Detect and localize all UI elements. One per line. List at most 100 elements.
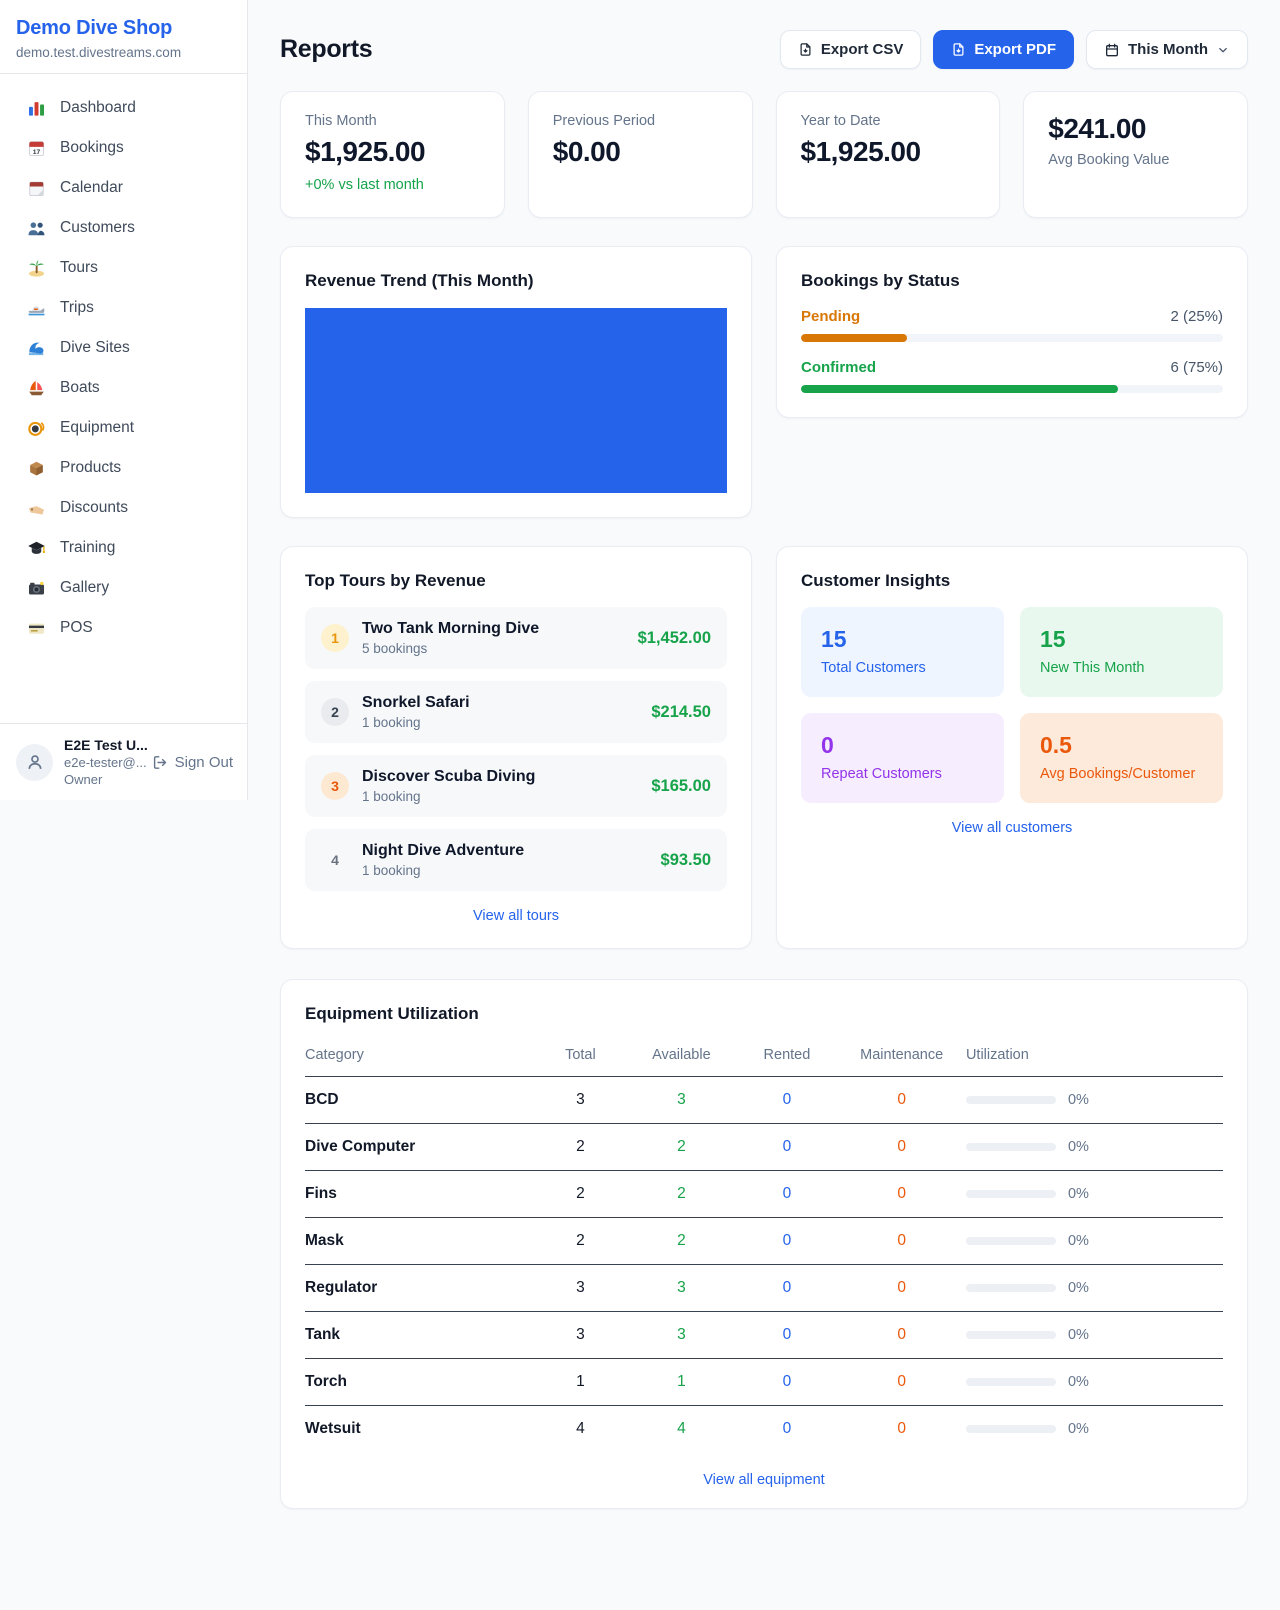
stat-value: $1,925.00 <box>305 136 480 168</box>
stat-card-previous-period: Previous Period $0.00 <box>528 91 753 218</box>
sidebar-item-calendar[interactable]: Calendar <box>0 168 247 208</box>
shop-domain: demo.test.divestreams.com <box>16 45 231 60</box>
stat-label: This Month <box>305 113 480 129</box>
stat-value: $241.00 <box>1048 113 1223 145</box>
island-icon <box>27 259 46 278</box>
period-dropdown[interactable]: This Month <box>1086 30 1248 69</box>
sign-out-button[interactable]: Sign Out <box>152 754 233 771</box>
rank-badge: 1 <box>321 624 349 652</box>
table-row: Fins 2 2 0 0 0% <box>305 1171 1223 1218</box>
shop-name: Demo Dive Shop <box>16 17 231 40</box>
insights-row: Top Tours by Revenue 1 Two Tank Morning … <box>280 546 1248 949</box>
view-all-customers-link[interactable]: View all customers <box>801 820 1223 836</box>
status-label: Pending <box>801 308 860 325</box>
sidebar-item-label: Bookings <box>60 139 124 157</box>
view-all-equipment-link[interactable]: View all equipment <box>305 1472 1223 1488</box>
avatar <box>16 744 53 781</box>
export-csv-label: Export CSV <box>821 41 904 58</box>
chevron-down-icon <box>1216 43 1230 57</box>
cell-total: 4 <box>535 1406 627 1453</box>
table-row: Mask 2 2 0 0 0% <box>305 1218 1223 1265</box>
sidebar-item-tours[interactable]: Tours <box>0 248 247 288</box>
utilization-track <box>966 1378 1056 1386</box>
utilization-track <box>966 1096 1056 1104</box>
calendar-pad-icon <box>27 179 46 198</box>
tour-revenue: $214.50 <box>651 703 711 722</box>
sidebar-item-discounts[interactable]: Discounts <box>0 488 247 528</box>
utilization-percent: 0% <box>1068 1374 1089 1390</box>
header-actions: Export CSV Export PDF This Month <box>780 30 1248 69</box>
sidebar-item-equipment[interactable]: Equipment <box>0 408 247 448</box>
insight-value: 15 <box>821 626 984 653</box>
view-all-tours-link[interactable]: View all tours <box>305 908 727 924</box>
stat-label: Avg Booking Value <box>1048 152 1223 168</box>
cell-category: Dive Computer <box>305 1124 535 1171</box>
cell-category: Wetsuit <box>305 1406 535 1453</box>
rank-badge: 2 <box>321 698 349 726</box>
column-header-available: Available <box>626 1038 736 1077</box>
export-pdf-button[interactable]: Export PDF <box>933 30 1074 69</box>
insight-value: 15 <box>1040 626 1203 653</box>
tour-revenue: $93.50 <box>661 851 711 870</box>
sidebar: Demo Dive Shop demo.test.divestreams.com… <box>0 0 248 800</box>
cell-total: 2 <box>535 1124 627 1171</box>
tour-name: Two Tank Morning Dive <box>362 620 625 638</box>
sidebar-item-dashboard[interactable]: Dashboard <box>0 88 247 128</box>
sailboat-icon <box>27 379 46 398</box>
utilization-percent: 0% <box>1068 1139 1089 1155</box>
sidebar-item-trips[interactable]: Trips <box>0 288 247 328</box>
stat-delta: +0% vs last month <box>305 177 480 193</box>
sidebar-item-pos[interactable]: POS <box>0 608 247 648</box>
sidebar-item-bookings[interactable]: 17 Bookings <box>0 128 247 168</box>
utilization-percent: 0% <box>1068 1327 1089 1343</box>
main-content: Reports Export CSV Export PDF This Month… <box>248 0 1280 1549</box>
tour-bookings: 1 booking <box>362 715 638 730</box>
cell-maintenance: 0 <box>837 1077 966 1124</box>
table-row: BCD 3 3 0 0 0% <box>305 1077 1223 1124</box>
sidebar-item-boats[interactable]: Boats <box>0 368 247 408</box>
top-tours-card: Top Tours by Revenue 1 Two Tank Morning … <box>280 546 752 949</box>
page-title: Reports <box>280 35 372 64</box>
sidebar-item-label: Tours <box>60 259 98 277</box>
cell-total: 3 <box>535 1312 627 1359</box>
cell-total: 1 <box>535 1359 627 1406</box>
package-icon <box>27 459 46 478</box>
cell-rented: 0 <box>736 1312 837 1359</box>
sidebar-item-products[interactable]: Products <box>0 448 247 488</box>
revenue-trend-chart <box>305 308 727 493</box>
sidebar-item-label: Dive Sites <box>60 339 130 357</box>
sidebar-item-label: Equipment <box>60 419 134 437</box>
utilization-track <box>966 1331 1056 1339</box>
table-row: Dive Computer 2 2 0 0 0% <box>305 1124 1223 1171</box>
cell-category: BCD <box>305 1077 535 1124</box>
insight-tile-total-customers: 15 Total Customers <box>801 607 1004 697</box>
insight-tile-avg-bookings: 0.5 Avg Bookings/Customer <box>1020 713 1223 803</box>
tour-revenue: $165.00 <box>651 777 711 796</box>
charts-row: Revenue Trend (This Month) Bookings by S… <box>280 246 1248 518</box>
sidebar-item-label: POS <box>60 619 93 637</box>
sidebar-item-dive-sites[interactable]: Dive Sites <box>0 328 247 368</box>
cell-available: 2 <box>626 1171 736 1218</box>
equipment-utilization-title: Equipment Utilization <box>305 1004 1223 1024</box>
cell-maintenance: 0 <box>837 1312 966 1359</box>
file-icon <box>798 42 813 57</box>
rank-badge: 3 <box>321 772 349 800</box>
tour-name: Night Dive Adventure <box>362 842 648 860</box>
stat-card-this-month: This Month $1,925.00 +0% vs last month <box>280 91 505 218</box>
user-email: e2e-tester@... <box>64 755 141 770</box>
cell-category: Fins <box>305 1171 535 1218</box>
insight-label: Avg Bookings/Customer <box>1040 766 1203 782</box>
cell-available: 2 <box>626 1124 736 1171</box>
user-role: Owner <box>64 772 141 787</box>
stat-value: $0.00 <box>553 136 728 168</box>
sidebar-item-label: Gallery <box>60 579 109 597</box>
sidebar-item-customers[interactable]: Customers <box>0 208 247 248</box>
cell-maintenance: 0 <box>837 1359 966 1406</box>
sidebar-item-label: Discounts <box>60 499 128 517</box>
sidebar-item-gallery[interactable]: Gallery <box>0 568 247 608</box>
status-label: Confirmed <box>801 359 876 376</box>
top-tours-title: Top Tours by Revenue <box>305 571 727 591</box>
export-csv-button[interactable]: Export CSV <box>780 30 922 69</box>
sidebar-item-training[interactable]: Training <box>0 528 247 568</box>
insight-grid: 15 Total Customers 15 New This Month 0 R… <box>801 607 1223 803</box>
